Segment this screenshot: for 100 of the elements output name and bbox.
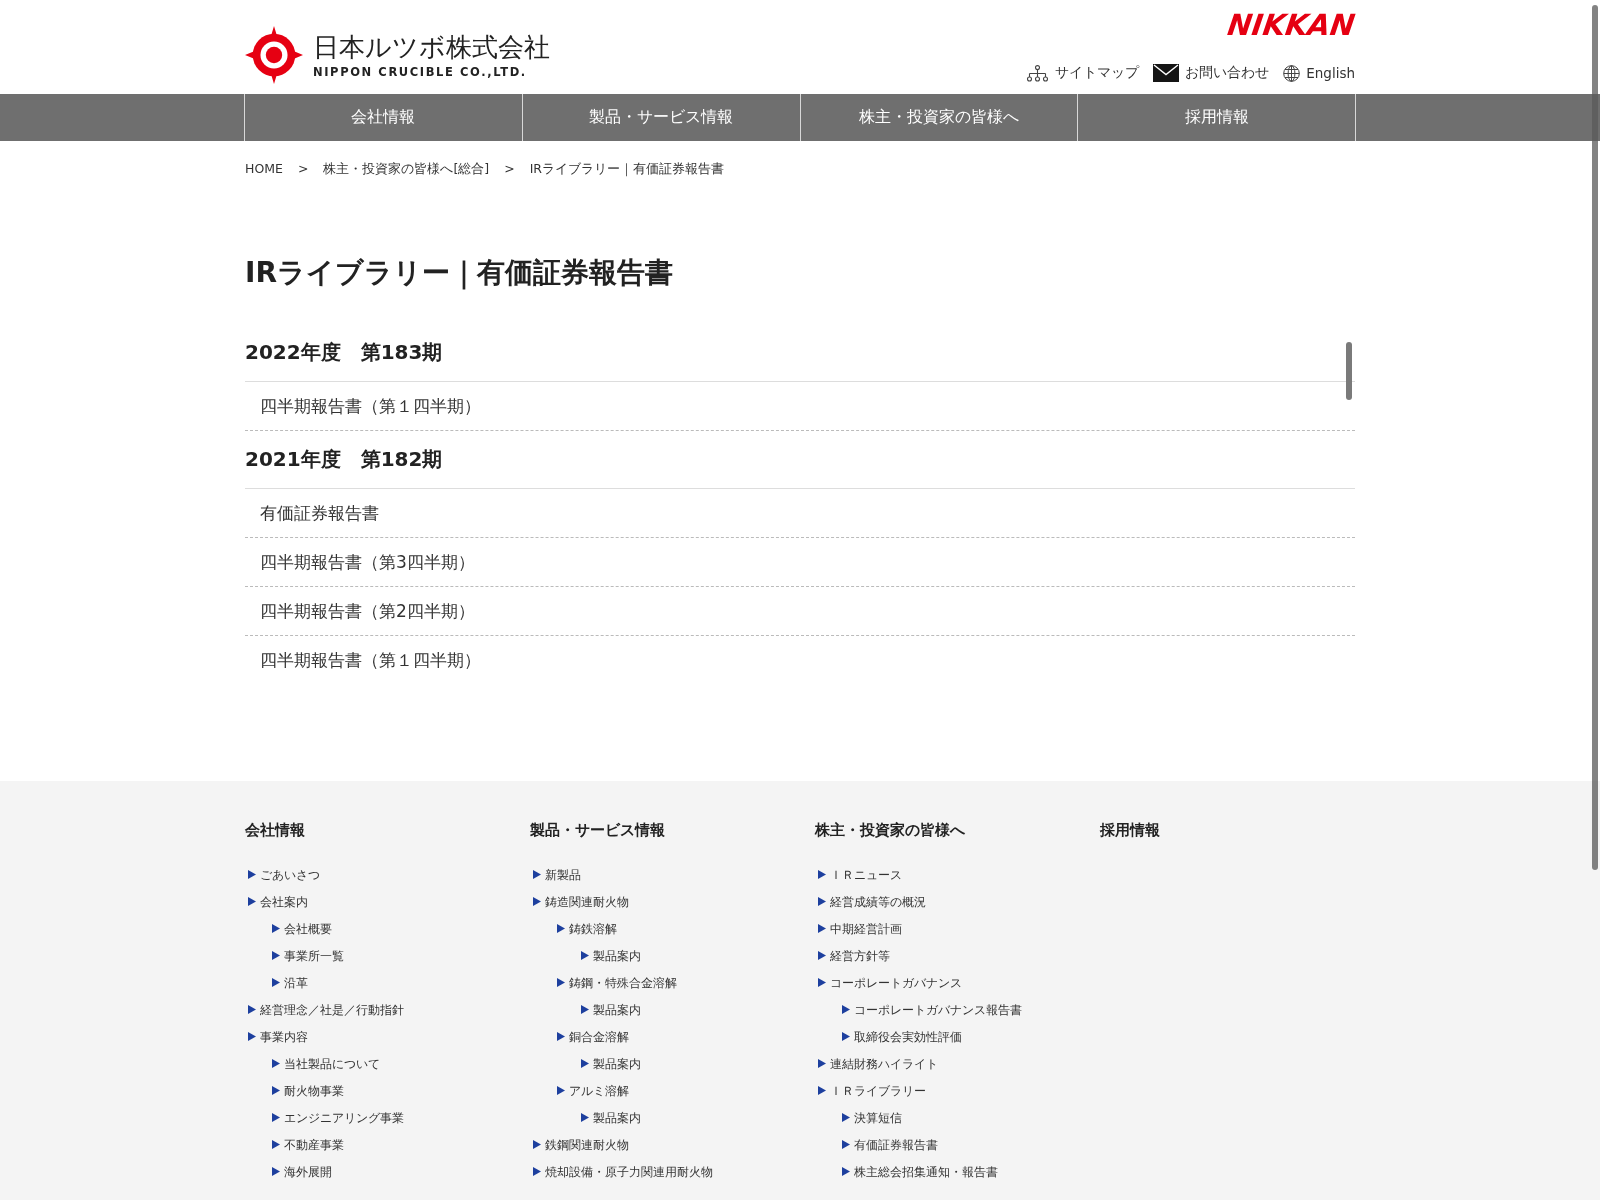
- footer-link[interactable]: エンジニアリング事業: [284, 1109, 404, 1126]
- footer-link[interactable]: 海外展開: [284, 1163, 332, 1180]
- footer-link[interactable]: ＩＲライブラリー: [830, 1082, 926, 1099]
- breadcrumb-current-text: IRライブラリー｜有価証券報告書: [529, 161, 725, 177]
- page-scrollbar-thumb[interactable]: [1592, 5, 1598, 870]
- globe-link[interactable]: English: [1283, 64, 1355, 82]
- footer-heading[interactable]: 製品・サービス情報: [530, 820, 665, 840]
- footer-link[interactable]: 鋳鋼・特殊合金溶解: [569, 974, 677, 991]
- triangle-bullet-icon: [842, 1140, 850, 1149]
- brand-logo[interactable]: NIKKAN: [1225, 8, 1358, 42]
- triangle-bullet-icon: [272, 951, 280, 960]
- triangle-bullet-icon: [272, 1113, 280, 1122]
- triangle-bullet-icon: [272, 1059, 280, 1068]
- triangle-bullet-icon: [842, 1032, 850, 1041]
- triangle-bullet-icon: [842, 1005, 850, 1014]
- triangle-bullet-icon: [533, 1167, 541, 1176]
- footer-link[interactable]: 株主総会招集通知・報告書: [854, 1163, 998, 1180]
- footer-link[interactable]: 製品案内: [593, 1109, 641, 1126]
- triangle-bullet-icon: [272, 1167, 280, 1176]
- footer-link[interactable]: 鋳鉄溶解: [569, 920, 617, 937]
- triangle-bullet-icon: [557, 1032, 565, 1041]
- triangle-bullet-icon: [272, 924, 280, 933]
- footer-heading[interactable]: 採用情報: [1100, 820, 1160, 840]
- page-title: IRライブラリー｜有価証券報告書: [245, 255, 674, 292]
- footer-link[interactable]: 取締役会実効性評価: [854, 1028, 962, 1045]
- footer-link[interactable]: 有価証券報告書: [854, 1136, 938, 1153]
- footer-link[interactable]: アルミ溶解: [569, 1082, 629, 1099]
- triangle-bullet-icon: [557, 1086, 565, 1095]
- footer-link[interactable]: 鋳造関連耐火物: [545, 893, 629, 910]
- triangle-bullet-icon: [557, 924, 565, 933]
- triangle-bullet-icon: [272, 1140, 280, 1149]
- triangle-bullet-icon: [581, 1005, 589, 1014]
- footer-heading[interactable]: 会社情報: [245, 820, 305, 840]
- footer-link[interactable]: 不動産事業: [284, 1136, 344, 1153]
- footer-link[interactable]: 経営方針等: [830, 947, 890, 964]
- document-link[interactable]: 四半期報告書（第１四半期）: [245, 636, 1355, 685]
- triangle-bullet-icon: [533, 1140, 541, 1149]
- triangle-bullet-icon: [581, 1059, 589, 1068]
- footer-link[interactable]: ＩＲニュース: [830, 866, 902, 883]
- nav-item[interactable]: 製品・サービス情報: [522, 94, 801, 141]
- triangle-bullet-icon: [818, 897, 826, 906]
- triangle-bullet-icon: [533, 897, 541, 906]
- footer-link[interactable]: 中期経営計画: [830, 920, 902, 937]
- footer-link[interactable]: 焼却設備・原子力関連用耐火物: [545, 1163, 713, 1180]
- triangle-bullet-icon: [581, 951, 589, 960]
- footer-link[interactable]: 製品案内: [593, 947, 641, 964]
- sitemap-icon: [1026, 64, 1050, 82]
- footer-link[interactable]: 沿革: [284, 974, 308, 991]
- footer-link[interactable]: 経営成績等の概況: [830, 893, 926, 910]
- footer-link[interactable]: 会社概要: [284, 920, 332, 937]
- triangle-bullet-icon: [248, 1005, 256, 1014]
- breadcrumb-separator: >: [296, 161, 310, 177]
- breadcrumb-link[interactable]: HOME: [245, 161, 283, 177]
- footer-link[interactable]: 鉄鋼関連耐火物: [545, 1136, 629, 1153]
- footer-link[interactable]: 経営理念／社是／行動指針: [260, 1001, 404, 1018]
- footer-link[interactable]: 耐火物事業: [284, 1082, 344, 1099]
- sitemap-link[interactable]: サイトマップ: [1026, 64, 1140, 82]
- footer-link[interactable]: 当社製品について: [284, 1055, 380, 1072]
- footer-heading[interactable]: 株主・投資家の皆様へ: [815, 820, 965, 840]
- triangle-bullet-icon: [557, 978, 565, 987]
- footer-link[interactable]: 製品案内: [593, 1001, 641, 1018]
- triangle-bullet-icon: [248, 1032, 256, 1041]
- company-name-text: 日本ルツボ株式会社: [313, 31, 550, 63]
- footer-link[interactable]: 新製品: [545, 866, 581, 883]
- footer-link[interactable]: 銅合金溶解: [569, 1028, 629, 1045]
- document-link[interactable]: 四半期報告書（第3四半期）: [245, 538, 1355, 587]
- nav-item[interactable]: 会社情報: [245, 94, 523, 141]
- mail-link[interactable]: お問い合わせ: [1153, 64, 1270, 82]
- document-link[interactable]: 四半期報告書（第2四半期）: [245, 587, 1355, 636]
- document-link[interactable]: 有価証券報告書: [245, 489, 1355, 538]
- mail-icon: [1153, 64, 1180, 82]
- triangle-bullet-icon: [842, 1167, 850, 1176]
- footer-link[interactable]: 会社案内: [260, 893, 308, 910]
- footer-link[interactable]: ごあいさつ: [260, 866, 320, 883]
- triangle-bullet-icon: [818, 1086, 826, 1095]
- nav-item[interactable]: 株主・投資家の皆様へ: [800, 94, 1079, 141]
- triangle-bullet-icon: [818, 870, 826, 879]
- footer-link[interactable]: 製品案内: [593, 1055, 641, 1072]
- company-name-english-text: NIPPON CRUCIBLE CO.,LTD.: [313, 65, 528, 79]
- triangle-bullet-icon: [818, 1059, 826, 1068]
- triangle-bullet-icon: [272, 1086, 280, 1095]
- breadcrumb-link[interactable]: 株主・投資家の皆様へ[総合]: [323, 161, 490, 177]
- triangle-bullet-icon: [272, 978, 280, 987]
- scrollbar-thumb[interactable]: [1346, 342, 1352, 400]
- triangle-bullet-icon: [248, 870, 256, 879]
- footer-link[interactable]: 連結財務ハイライト: [830, 1055, 938, 1072]
- nav-item[interactable]: 採用情報: [1078, 94, 1356, 141]
- footer-link[interactable]: 決算短信: [854, 1109, 902, 1126]
- logo-emblem-icon: [245, 26, 303, 84]
- breadcrumb-separator: >: [503, 161, 516, 177]
- globe-icon: [1283, 64, 1301, 82]
- triangle-bullet-icon: [581, 1113, 589, 1122]
- triangle-bullet-icon: [842, 1113, 850, 1122]
- footer-link[interactable]: 事業所一覧: [284, 947, 344, 964]
- footer-link[interactable]: 事業内容: [260, 1028, 308, 1045]
- footer-link[interactable]: コーポレートガバナンス報告書: [854, 1001, 1022, 1018]
- fiscal-year-heading: 2021年度 第182期: [245, 431, 1355, 489]
- triangle-bullet-icon: [818, 951, 826, 960]
- footer-link[interactable]: コーポレートガバナンス: [830, 974, 962, 991]
- triangle-bullet-icon: [248, 897, 256, 906]
